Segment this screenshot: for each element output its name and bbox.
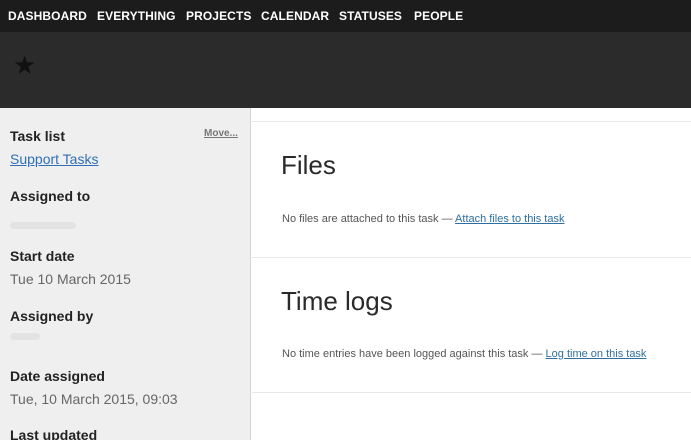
task-list-label: Task list: [10, 128, 65, 144]
time-logs-empty-message: No time entries have been logged against…: [282, 348, 646, 360]
assigned-to-label: Assigned to: [10, 188, 91, 204]
files-empty-text: No files are attached to this task —: [282, 213, 453, 225]
date-assigned-label: Date assigned: [10, 368, 105, 384]
divider: [252, 392, 691, 393]
nav-statuses[interactable]: STATUSES: [339, 9, 402, 23]
task-list-link[interactable]: Support Tasks: [10, 151, 98, 167]
nav-people[interactable]: PEOPLE: [414, 9, 463, 23]
top-nav: DASHBOARD EVERYTHING PROJECTS CALENDAR S…: [0, 0, 691, 32]
start-date-label: Start date: [10, 248, 75, 264]
assigned-to-value-redacted: [10, 222, 76, 229]
time-logs-empty-text: No time entries have been logged against…: [282, 348, 543, 360]
divider: [252, 257, 691, 258]
last-updated-label: Last updated: [10, 427, 98, 440]
date-assigned-value: Tue, 10 March 2015, 09:03: [10, 391, 178, 407]
nav-calendar[interactable]: CALENDAR: [261, 9, 329, 23]
attach-files-link[interactable]: Attach files to this task: [455, 213, 564, 225]
log-time-link[interactable]: Log time on this task: [546, 348, 647, 360]
start-date-value: Tue 10 March 2015: [10, 271, 131, 287]
divider: [252, 121, 691, 122]
time-logs-heading: Time logs: [281, 286, 393, 316]
nav-everything[interactable]: EVERYTHING: [97, 9, 176, 23]
move-link[interactable]: Move...: [204, 128, 238, 139]
files-heading: Files: [281, 150, 336, 180]
task-header: [0, 32, 691, 108]
star-icon[interactable]: ★: [13, 50, 36, 80]
assigned-by-label: Assigned by: [10, 308, 94, 324]
assigned-by-value-redacted: [10, 333, 40, 340]
nav-dashboard[interactable]: DASHBOARD: [8, 9, 87, 23]
files-empty-message: No files are attached to this task — Att…: [282, 213, 564, 225]
nav-projects[interactable]: PROJECTS: [186, 9, 251, 23]
